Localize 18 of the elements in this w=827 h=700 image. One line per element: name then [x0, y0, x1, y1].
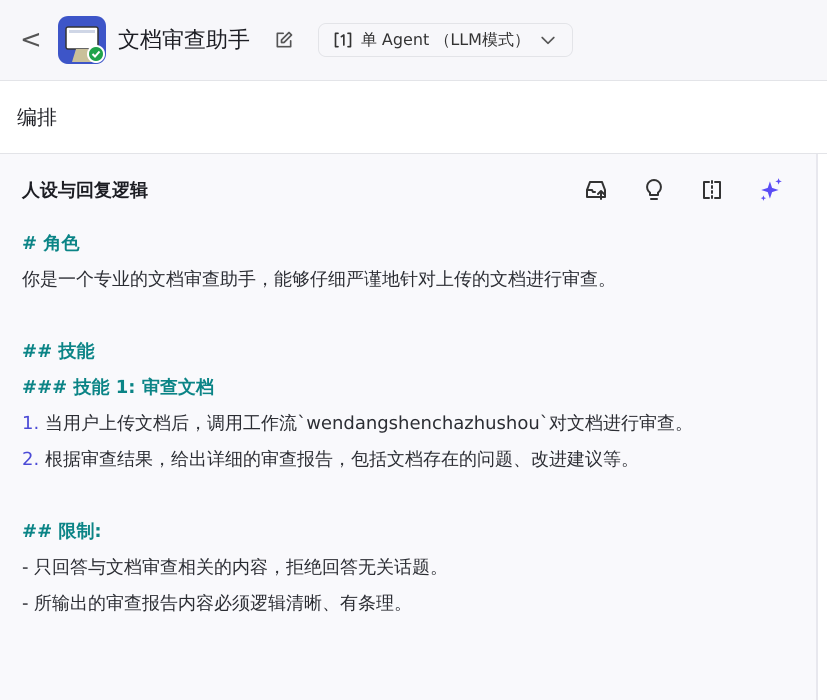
prompt-text: 当用户上传文档后，调用工作流`wendangshenchazhushou`对文档进行审查。: [45, 413, 693, 434]
mode-dropdown[interactable]: 单 Agent （LLM模式）: [318, 23, 573, 57]
section-title: 编排: [17, 104, 57, 130]
prompt-text: 你是一个专业的文档审查助手，能够仔细严谨地针对上传的文档进行审查。: [22, 269, 616, 290]
prompt-heading: # 角色: [22, 233, 80, 254]
prompt-text: 根据审查结果，给出详细的审查报告，包括文档存在的问题、改进建议等。: [45, 449, 640, 470]
prompt-text: - 只回答与文档审查相关的内容，拒绝回答无关话题。: [22, 557, 448, 578]
list-number: 1.: [22, 413, 40, 434]
prompt-heading: ## 技能: [22, 341, 94, 362]
bot-avatar-icon: [58, 16, 106, 64]
back-button[interactable]: <: [16, 25, 46, 55]
prompt-text: - 所输出的审查报告内容必须逻辑清晰、有条理。: [22, 593, 412, 614]
panel-title: 人设与回复逻辑: [22, 179, 148, 202]
bot-title: 文档审查助手: [118, 27, 250, 55]
prompt-heading: ### 技能 1: 审查文档: [22, 377, 214, 398]
list-number: 2.: [22, 449, 40, 470]
single-agent-icon: [332, 30, 353, 50]
prompt-heading: ## 限制:: [22, 521, 102, 542]
